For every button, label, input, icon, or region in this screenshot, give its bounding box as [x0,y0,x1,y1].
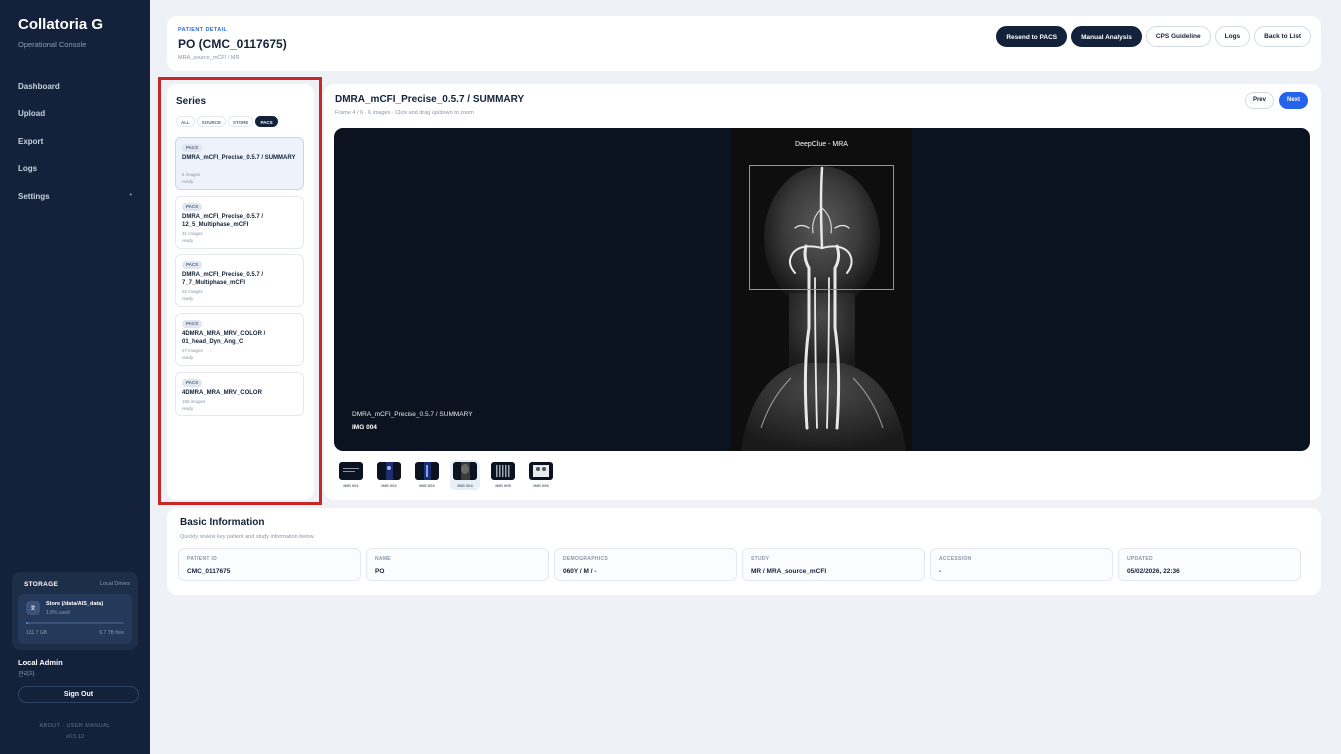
field-patient-id: PATIENT ID CMC_0117675 [178,548,361,581]
thumbnail-label: IMG 001 [343,483,359,488]
nav-label: Export [18,137,44,146]
thumbnail-label: IMG 004 [457,483,473,488]
user-name: Local Admin [18,658,63,667]
storage-usage-bar [26,622,124,624]
basic-information: Basic Information Quickly review key pat… [167,508,1321,595]
thumbnail[interactable]: IMG 006 [526,460,556,490]
thumbnail-image [453,462,477,480]
field-value: - [939,568,942,575]
thumbnail-image [339,462,363,480]
field-value: 060Y / M / - [563,568,597,575]
sidebar: Collatoria G Operational Console Dashboa… [0,0,150,754]
nav-label: Dashboard [18,82,60,91]
section-title: Basic Information [180,517,265,528]
storage-name: Store (/data/AIS_data) [46,601,104,607]
nav-label: Settings [18,192,50,201]
storage-used: 1.8% used [46,610,70,616]
thumbnail-active[interactable]: IMG 004 [450,460,480,490]
field-updated: UPDATED 05/02/2026, 22:36 [1118,548,1301,581]
thumbnail-image [415,462,439,480]
thumbnail-image [491,462,515,480]
nav-dashboard[interactable]: Dashboard [18,82,132,91]
page-title: PO (CMC_0117675) [178,37,287,51]
field-label: PATIENT ID [187,556,218,562]
sign-out-button[interactable]: Sign Out [18,686,139,703]
field-value: PO [375,568,385,575]
storage-free: 6.7 TB free [99,630,124,636]
image-viewer: DMRA_mCFI_Precise_0.5.7 / SUMMARY Frame … [324,84,1321,500]
logs-button[interactable]: Logs [1214,26,1251,47]
thumbnail[interactable]: IMG 003 [412,460,442,490]
nav-logs[interactable]: Logs [18,164,132,173]
field-label: UPDATED [1127,556,1153,562]
storage-panel: STORAGE Local Drives ⌆ Store (/data/AIS_… [12,572,138,650]
footer-links[interactable]: ABOUT · USER MANUAL [0,723,150,729]
patient-header: PATIENT DETAIL PO (CMC_0117675) MRA_sour… [167,16,1321,71]
nav-export[interactable]: Export [18,137,132,146]
nav-settings[interactable]: Settings • [18,192,132,201]
thumbnail-label: IMG 002 [381,483,397,488]
mra-image: DeepClue - MRA [731,128,912,451]
drive-icon: ⌆ [26,601,40,615]
manual-analysis-button[interactable]: Manual Analysis [1071,26,1142,47]
app-version: v0.5.12 [65,734,85,740]
thumbnail-label: IMG 003 [419,483,435,488]
thumbnail-label: IMG 006 [533,483,549,488]
cps-guideline-button[interactable]: CPS Guideline [1145,26,1211,47]
field-accession: ACCESSION - [930,548,1113,581]
thumbnail-label: IMG 005 [495,483,511,488]
field-value: CMC_0117675 [187,568,231,575]
storage-size: 131.7 GB [26,630,48,636]
scan-label: DeepClue - MRA [795,141,848,148]
field-name: NAME PO [366,548,549,581]
field-demographics: DEMOGRAPHICS 060Y / M / - [554,548,737,581]
field-label: ACCESSION [939,556,972,562]
resend-to-pacs-button[interactable]: Resend to PACS [996,26,1068,47]
roi-box[interactable] [749,165,894,290]
prev-button[interactable]: Prev [1244,92,1274,109]
field-label: DEMOGRAPHICS [563,556,608,562]
thumbnail[interactable]: IMG 001 [336,460,366,490]
thumbnail[interactable]: IMG 005 [488,460,518,490]
next-button[interactable]: Next [1278,92,1308,109]
back-to-list-button[interactable]: Back to List [1254,26,1311,47]
overlay-image-number: IMG 004 [352,424,377,431]
app-brand: Collatoria G [18,16,104,33]
storage-item[interactable]: ⌆ Store (/data/AIS_data) 1.8% used 131.7… [18,594,132,644]
storage-type: Local Drives [99,581,130,587]
thumbnail-strip: IMG 001 IMG 002 IMG 003 IMG 004 IMG 005 [336,460,556,490]
overlay-series-name: DMRA_mCFI_Precise_0.5.7 / SUMMARY [352,411,473,418]
image-canvas[interactable]: DeepClue - MRA DMRA_mCFI_Precise_0.5.7 /… [334,128,1310,451]
field-label: NAME [375,556,391,562]
page-subtitle: MRA_source_mCFI / MR [178,55,240,61]
field-value: 05/02/2026, 22:36 [1127,568,1180,575]
page-kicker: PATIENT DETAIL [178,27,228,33]
thumbnail-image [529,462,553,480]
viewer-subtitle: Frame 4 / 6 · 6 images · Click and drag … [335,110,474,116]
viewer-title: DMRA_mCFI_Precise_0.5.7 / SUMMARY [335,94,525,105]
field-label: STUDY [751,556,770,562]
app-subtitle: Operational Console [18,40,87,49]
storage-title: STORAGE [24,581,59,588]
series-highlight-box [158,77,322,505]
field-study: STUDY MR / MRA_source_mCFI [742,548,925,581]
nav-upload[interactable]: Upload [18,109,132,118]
section-subtitle: Quickly review key patient and study inf… [180,534,315,540]
storage-usage-fill [26,622,28,624]
thumbnail-image [377,462,401,480]
user-role: 관리자 [18,672,35,678]
thumbnail[interactable]: IMG 002 [374,460,404,490]
nav-label: Upload [18,109,46,118]
expand-dot-icon: • [129,192,132,199]
field-value: MR / MRA_source_mCFI [751,568,827,575]
nav-label: Logs [18,164,38,173]
